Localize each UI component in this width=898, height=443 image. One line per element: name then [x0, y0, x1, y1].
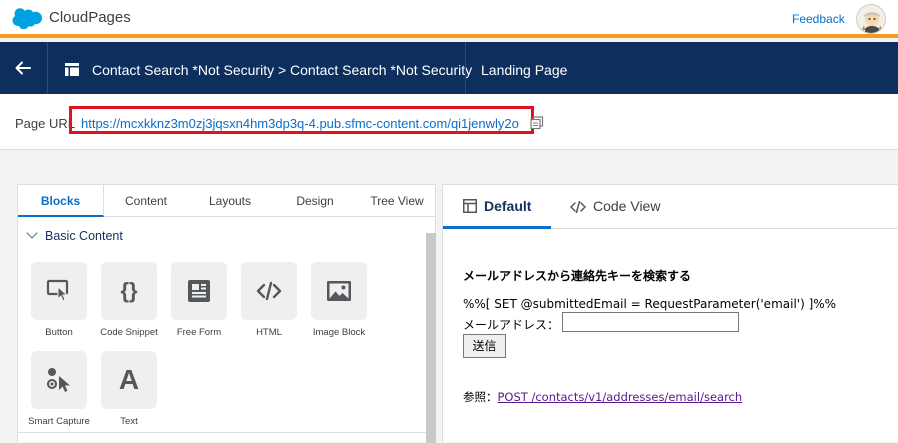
app-title: CloudPages	[49, 9, 131, 26]
page-nav-bar: Contact Search *Not Security > Contact S…	[0, 42, 898, 94]
tab-label: Code View	[593, 198, 661, 214]
preview-panel: Default Code View メールアドレスから連絡先キーを検索する %%…	[442, 184, 898, 442]
block-smart-capture[interactable]: Smart Capture	[28, 351, 90, 427]
panel-tabs: Blocks Content Layouts Design Tree View	[18, 185, 435, 217]
tab-content[interactable]: Content	[104, 185, 188, 217]
basic-content-section-toggle[interactable]: Basic Content	[26, 227, 123, 243]
top-bar: CloudPages Feedback	[0, 0, 898, 38]
block-html[interactable]: HTML	[240, 262, 298, 338]
preview-heading: メールアドレスから連絡先キーを検索する	[463, 269, 692, 283]
page-url-label: Page URL	[15, 116, 75, 131]
breadcrumb[interactable]: Contact Search *Not Security > Contact S…	[92, 62, 472, 78]
ampscript-code-line: %%[ SET @submittedEmail = RequestParamet…	[463, 297, 837, 311]
tab-layouts[interactable]: Layouts	[188, 185, 272, 217]
email-label: メールアドレス：	[463, 318, 560, 332]
salesforce-cloud-logo	[12, 8, 42, 29]
tab-label: Default	[484, 198, 532, 214]
image-icon	[327, 281, 351, 301]
block-label: Image Block	[312, 327, 366, 338]
chevron-down-icon	[26, 227, 38, 239]
tab-code-view[interactable]: Code View	[570, 198, 660, 214]
arrow-left-icon[interactable]	[13, 58, 33, 78]
block-button[interactable]: Button	[30, 262, 88, 338]
code-tag-icon	[256, 281, 282, 301]
page-layout-icon	[65, 63, 79, 76]
form-cursor-icon	[47, 368, 70, 392]
landing-page-preview: メールアドレスから連絡先キーを検索する %%[ SET @submittedEm…	[443, 229, 898, 443]
nav-divider	[465, 42, 466, 94]
reference-prefix: 参照：	[463, 390, 498, 404]
tab-tree-view[interactable]: Tree View	[358, 185, 436, 217]
email-input[interactable]	[562, 312, 739, 332]
layout-icon	[463, 199, 477, 213]
block-text[interactable]: A Text	[100, 351, 158, 427]
page-type-label: Landing Page	[481, 62, 568, 78]
nav-divider	[47, 42, 48, 94]
copy-icon[interactable]	[530, 116, 544, 130]
letter-a-icon: A	[118, 364, 140, 395]
block-free-form[interactable]: Free Form	[170, 262, 228, 338]
submit-button[interactable]: 送信	[463, 334, 506, 358]
user-avatar[interactable]	[856, 4, 886, 34]
content-blocks-panel: Blocks Content Layouts Design Tree View …	[17, 184, 436, 443]
panel-divider	[18, 432, 426, 433]
text-document-icon	[188, 280, 210, 302]
button-click-icon	[46, 279, 69, 302]
api-reference-link[interactable]: POST /contacts/v1/addresses/email/search	[498, 390, 743, 404]
page-url-link[interactable]: https://mcxkknz3m0zj3jqsxn4hm3dp3q-4.pub…	[81, 116, 519, 131]
tab-design[interactable]: Design	[272, 185, 358, 217]
tab-default[interactable]: Default	[463, 198, 531, 214]
block-label: Text	[120, 416, 138, 427]
curly-braces-icon: {}	[120, 278, 138, 303]
astro-avatar-icon	[857, 5, 885, 33]
section-title: Basic Content	[45, 229, 123, 243]
preview-tabs: Default Code View	[443, 185, 898, 229]
page-url-bar: Page URL https://mcxkknz3m0zj3jqsxn4hm3d…	[0, 94, 898, 150]
panel-scrollbar[interactable]	[426, 233, 436, 443]
reference-line: 参照：POST /contacts/v1/addresses/email/sea…	[463, 389, 742, 405]
tab-blocks[interactable]: Blocks	[18, 185, 104, 217]
code-icon	[570, 201, 586, 213]
feedback-link[interactable]: Feedback	[792, 12, 845, 26]
block-code-snippet[interactable]: {} Code Snippet	[100, 262, 158, 338]
block-image[interactable]: Image Block	[310, 262, 368, 338]
